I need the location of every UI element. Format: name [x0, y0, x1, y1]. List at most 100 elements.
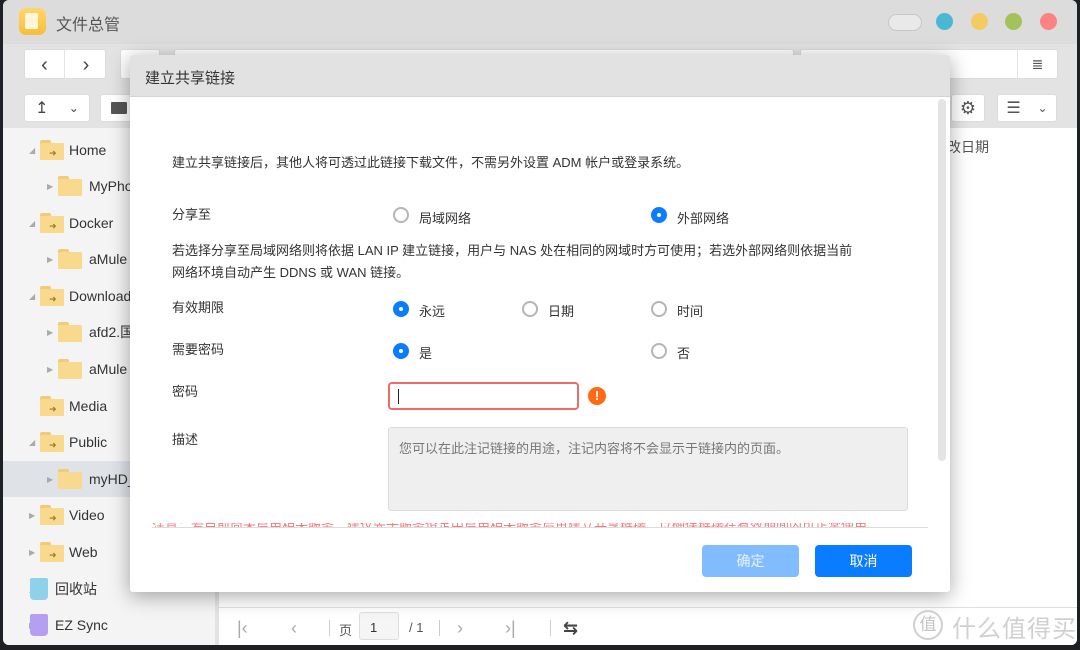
- validity-date-radio[interactable]: [522, 301, 538, 317]
- back-icon: ‹: [41, 53, 48, 76]
- upload-icon: ↥: [35, 100, 49, 117]
- shared-folder-icon: ➜: [40, 140, 64, 160]
- password-input[interactable]: [388, 382, 579, 410]
- recycle-bin-icon: [30, 578, 48, 600]
- folder-icon: [58, 359, 82, 379]
- total-pages: / 1: [409, 620, 424, 635]
- refresh-button[interactable]: ⇆: [563, 618, 578, 639]
- upload-button[interactable]: ↥ ⌄: [24, 94, 90, 122]
- watermark-logo: 值: [913, 610, 943, 640]
- chevron-right-icon: ›: [457, 618, 463, 638]
- sidebar-item-label: Media: [69, 398, 108, 414]
- close-window-button[interactable]: [1040, 13, 1057, 30]
- sidebar-item-label: Home: [69, 142, 107, 158]
- validity-forever-radio[interactable]: [393, 301, 409, 317]
- password-no-radio[interactable]: [651, 343, 667, 359]
- file-explorer-app-icon: [19, 8, 46, 35]
- validity-date-label[interactable]: 日期: [548, 301, 574, 320]
- shared-folder-icon: ➜: [40, 505, 64, 525]
- validity-time-radio[interactable]: [651, 301, 667, 317]
- ez-sync-icon: [30, 614, 48, 636]
- shared-folder-icon: ➜: [40, 213, 64, 233]
- minimize-window-button[interactable]: [971, 13, 988, 30]
- collapsed-arrow-icon[interactable]: ▶: [29, 548, 35, 557]
- new-folder-icon: [111, 102, 127, 114]
- forward-icon: ›: [82, 53, 90, 76]
- sidebar-item-label: afd2.国: [89, 324, 135, 340]
- modified-date-column-header[interactable]: 改日期: [947, 137, 989, 157]
- title-bar: 文件总管: [3, 0, 1077, 44]
- folder-icon: [58, 469, 82, 489]
- validity-forever-label[interactable]: 永远: [419, 301, 445, 320]
- confirm-button[interactable]: 确定: [702, 545, 799, 577]
- shared-folder-icon: ➜: [40, 432, 64, 452]
- next-page-button[interactable]: ›: [457, 618, 463, 639]
- intro-text: 建立共享链接后，其他人将可透过此链接下载文件，不需另外设置 ADM 帐户或登录系…: [172, 155, 690, 170]
- shared-folder-icon: ➜: [40, 286, 64, 306]
- collapsed-arrow-icon[interactable]: ▶: [47, 255, 53, 264]
- folder-icon: [58, 249, 82, 269]
- history-nav-group: ‹ ›: [24, 49, 106, 80]
- expanded-arrow-icon[interactable]: ◢: [29, 146, 35, 155]
- separator: [439, 620, 440, 636]
- prev-page-button[interactable]: ‹: [291, 618, 297, 639]
- refresh-icon: ⇆: [563, 618, 579, 638]
- share-lan-radio[interactable]: [393, 207, 409, 223]
- expanded-arrow-icon[interactable]: ◢: [29, 438, 35, 447]
- shared-folder-icon: ➜: [40, 396, 64, 416]
- forward-button[interactable]: ›: [66, 50, 106, 80]
- list-view-icon: ☰: [1006, 100, 1021, 117]
- expanded-arrow-icon[interactable]: ◢: [29, 219, 35, 228]
- share-note-line1: 若选择分享至局域网络则将依据 LAN IP 建立链接，用户与 NAS 处在相同的…: [172, 243, 853, 258]
- window-pill-button[interactable]: [888, 14, 922, 31]
- last-page-button[interactable]: ›|: [505, 618, 516, 639]
- filter-list-button[interactable]: ≣: [1017, 50, 1057, 78]
- cancel-button[interactable]: 取消: [815, 545, 912, 577]
- sidebar-item-label: aMule: [89, 251, 128, 267]
- collapsed-arrow-icon[interactable]: ▶: [47, 475, 53, 484]
- first-page-button[interactable]: |‹: [237, 618, 248, 639]
- share-lan-label[interactable]: 局域网络: [419, 208, 471, 227]
- collapsed-arrow-icon[interactable]: ▶: [47, 365, 53, 374]
- validity-time-label[interactable]: 时间: [677, 301, 703, 320]
- sidebar-item-label: 回收站: [55, 581, 97, 597]
- chevron-left-icon: ‹: [291, 618, 297, 638]
- sidebar-item-label: Web: [69, 544, 98, 560]
- page-number-input[interactable]: 1: [359, 612, 399, 640]
- password-yes-radio[interactable]: [393, 343, 409, 359]
- sidebar-item-label: Video: [69, 507, 105, 523]
- password-no-label[interactable]: 否: [677, 343, 690, 362]
- dialog-body: 建立共享链接后，其他人将可透过此链接下载文件，不需另外设置 ADM 帐户或登录系…: [130, 97, 950, 527]
- maximize-window-button[interactable]: [1005, 13, 1022, 30]
- share-external-radio[interactable]: [651, 207, 667, 223]
- back-button[interactable]: ‹: [25, 50, 65, 80]
- settings-button[interactable]: ⚙: [951, 94, 985, 122]
- sidebar-item-ez-sync[interactable]: ▶EZ Sync: [3, 607, 215, 643]
- share-external-label[interactable]: 外部网络: [677, 208, 729, 227]
- separator: [550, 620, 551, 636]
- chevron-down-icon: ⌄: [1037, 101, 1048, 115]
- create-share-link-dialog: 建立共享链接 建立共享链接后，其他人将可透过此链接下载文件，不需另外设置 ADM…: [130, 55, 950, 592]
- collapsed-arrow-icon[interactable]: ▶: [29, 511, 35, 520]
- separator: [329, 620, 330, 636]
- sidebar-item-label: Download: [69, 288, 132, 304]
- warning-icon: !: [588, 387, 606, 405]
- password-yes-label[interactable]: 是: [419, 343, 432, 362]
- folder-icon: [58, 322, 82, 342]
- collapsed-arrow-icon[interactable]: ▶: [47, 328, 53, 337]
- shared-folder-icon: ➜: [40, 542, 64, 562]
- expanded-arrow-icon[interactable]: ◢: [29, 292, 35, 301]
- watermark-text: 什么值得买: [952, 616, 1077, 643]
- info-window-button[interactable]: [936, 13, 953, 30]
- dialog-header[interactable]: 建立共享链接: [130, 55, 950, 97]
- folder-icon: [58, 176, 82, 196]
- footer-divider: [152, 527, 928, 528]
- pagination-bar: |‹ ‹ 页 1 / 1 › ›| ⇆: [219, 607, 1077, 645]
- collapsed-arrow-icon[interactable]: ▶: [47, 182, 53, 191]
- sidebar-item-label: myHD_: [89, 471, 136, 487]
- app-title: 文件总管: [56, 17, 121, 34]
- dialog-title: 建立共享链接: [145, 70, 236, 87]
- view-mode-button[interactable]: ☰ ⌄: [997, 94, 1057, 122]
- description-textarea[interactable]: 您可以在此注记链接的用途，注记内容将不会显示于链接内的页面。: [388, 427, 908, 511]
- password-label: 密码: [172, 384, 199, 399]
